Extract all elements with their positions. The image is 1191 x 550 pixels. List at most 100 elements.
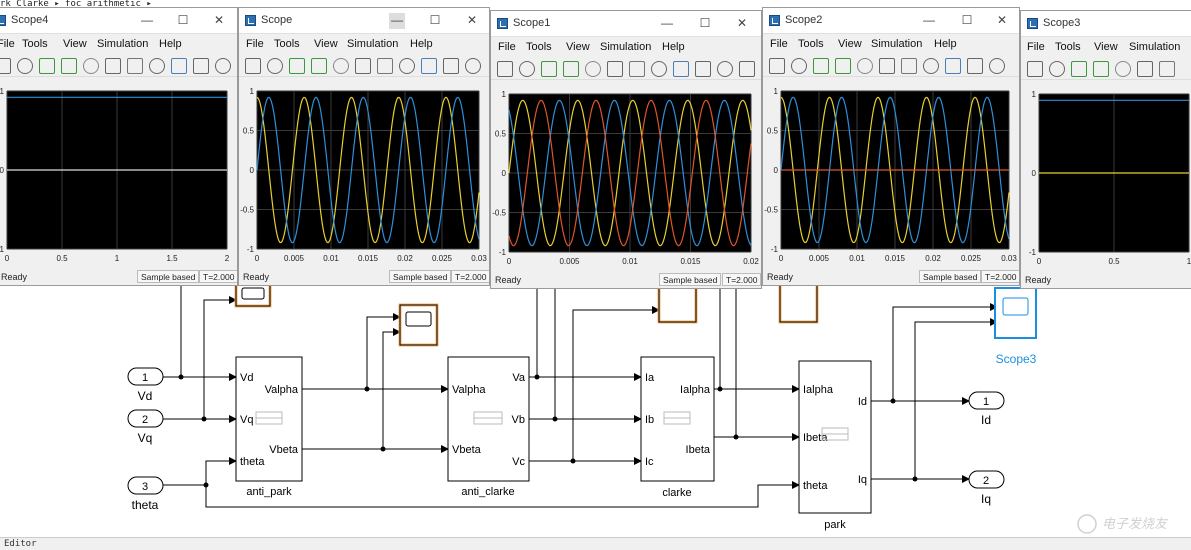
window-titlebar[interactable]: Scope — ☐ ✕ (239, 8, 489, 34)
toolbar-button-icon[interactable] (193, 58, 209, 74)
toolbar-button-icon[interactable] (377, 58, 393, 74)
menu-view[interactable]: View (566, 41, 590, 53)
toolbar-button-icon[interactable] (1071, 61, 1087, 77)
menu-tools[interactable]: Tools (798, 38, 824, 50)
toolbar-button-icon[interactable] (695, 61, 711, 77)
toolbar-button-icon[interactable] (1049, 61, 1065, 77)
toolbar-button-icon[interactable] (333, 58, 349, 74)
menu-tools[interactable]: Tools (274, 38, 300, 50)
scope4-window[interactable]: Scope4 — ☐ ✕ File Tools View Simulation … (0, 7, 238, 286)
toolbar-button-icon[interactable] (923, 58, 939, 74)
toolbar-button-icon[interactable] (215, 58, 231, 74)
scope-window[interactable]: Scope — ☐ ✕ File Tools View Simulation H… (238, 7, 490, 286)
maximize-icon[interactable]: ☐ (175, 13, 191, 27)
anti-clarke-block[interactable]: Valpha Vbeta Va Vb Vc anti_clarke (447, 356, 530, 498)
toolbar-button-icon[interactable] (355, 58, 371, 74)
toolbar-button-icon[interactable] (105, 58, 121, 74)
toolbar-button-icon[interactable] (245, 58, 261, 74)
close-icon[interactable]: ✕ (734, 16, 750, 30)
toolbar-button-icon[interactable] (399, 58, 415, 74)
minimize-icon[interactable]: — (921, 13, 937, 27)
toolbar-button-icon[interactable] (39, 58, 55, 74)
outport-iq[interactable]: 2 Iq (968, 470, 1005, 506)
toolbar-button-icon[interactable] (497, 61, 513, 77)
anti-park-block[interactable]: Vd Vq theta Valpha Vbeta anti_park (235, 356, 303, 498)
window-titlebar[interactable]: Scope1 — ☐ ✕ (491, 11, 761, 37)
window-titlebar[interactable]: Scope4 — ☐ ✕ (0, 8, 237, 34)
toolbar-button-icon[interactable] (1027, 61, 1043, 77)
menu-tools[interactable]: Tools (526, 41, 552, 53)
toolbar-button-icon[interactable] (717, 61, 733, 77)
menu-view[interactable]: View (314, 38, 338, 50)
inport-vq[interactable]: 2 Vq (127, 409, 164, 445)
toolbar-button-icon[interactable] (17, 58, 33, 74)
menu-help[interactable]: Help (159, 38, 182, 50)
outport-id[interactable]: 1 Id (968, 391, 1005, 427)
menu-file[interactable]: File (770, 38, 788, 50)
inport-vd[interactable]: 1 Vd (127, 367, 164, 403)
toolbar-button-icon[interactable] (739, 61, 755, 77)
toolbar-button-icon[interactable] (465, 58, 481, 74)
toolbar-button-icon[interactable] (769, 58, 785, 74)
toolbar-button-icon[interactable] (1093, 61, 1109, 77)
toolbar-button-icon[interactable] (1115, 61, 1131, 77)
park-block[interactable]: Ialpha Ibeta theta Id Iq park (798, 360, 872, 531)
menu-simulation[interactable]: Simulation (600, 41, 651, 53)
toolbar-button-icon[interactable] (857, 58, 873, 74)
maximize-icon[interactable]: ☐ (427, 13, 443, 27)
menu-view[interactable]: View (63, 38, 87, 50)
scope-block-center[interactable] (398, 303, 439, 347)
toolbar-button-icon[interactable] (541, 61, 557, 77)
menu-help[interactable]: Help (934, 38, 957, 50)
scope-block-anti-park[interactable] (234, 282, 272, 308)
toolbar-button-icon[interactable] (835, 58, 851, 74)
toolbar-button-icon[interactable] (1159, 61, 1175, 77)
scope3-window[interactable]: Scope3 File Tools View Simulation 0 0.5 1 1… (1020, 10, 1191, 289)
scope2-window[interactable]: Scope2 — ☐ ✕ File Tools View Simulation … (762, 7, 1020, 286)
scope-block-park[interactable] (778, 282, 819, 324)
toolbar-button-icon[interactable] (563, 61, 579, 77)
minimize-icon[interactable]: — (659, 16, 675, 30)
clarke-block[interactable]: Ia Ib Ic Ialpha Ibeta clarke (640, 356, 715, 499)
inport-theta[interactable]: 3 theta (127, 476, 164, 512)
toolbar-button-icon[interactable] (61, 58, 77, 74)
menu-file[interactable]: File (498, 41, 516, 53)
minimize-icon[interactable]: — (139, 13, 155, 27)
toolbar-button-icon[interactable] (673, 61, 689, 77)
close-icon[interactable]: ✕ (994, 13, 1010, 27)
close-icon[interactable]: ✕ (464, 13, 480, 27)
scope3-block[interactable]: Scope3 (994, 287, 1037, 366)
toolbar-button-icon[interactable] (629, 61, 645, 77)
toolbar-button-icon[interactable] (171, 58, 187, 74)
toolbar-button-icon[interactable] (0, 58, 11, 74)
menu-file[interactable]: File (0, 38, 15, 50)
toolbar-button-icon[interactable] (421, 58, 437, 74)
toolbar-button-icon[interactable] (945, 58, 961, 74)
toolbar-button-icon[interactable] (267, 58, 283, 74)
toolbar-button-icon[interactable] (813, 58, 829, 74)
toolbar-button-icon[interactable] (289, 58, 305, 74)
toolbar-button-icon[interactable] (83, 58, 99, 74)
menu-view[interactable]: View (838, 38, 862, 50)
toolbar-button-icon[interactable] (585, 61, 601, 77)
menu-help[interactable]: Help (662, 41, 685, 53)
menu-view[interactable]: View (1094, 41, 1118, 53)
scope-block-clarke[interactable] (657, 282, 698, 324)
minimize-icon[interactable]: — (389, 13, 405, 29)
menu-simulation[interactable]: Simulation (1129, 41, 1180, 53)
scope1-window[interactable]: Scope1 — ☐ ✕ File Tools View Simulation … (490, 10, 762, 289)
maximize-icon[interactable]: ☐ (697, 16, 713, 30)
menu-file[interactable]: File (1027, 41, 1045, 53)
menu-simulation[interactable]: Simulation (347, 38, 398, 50)
maximize-icon[interactable]: ☐ (959, 13, 975, 27)
toolbar-button-icon[interactable] (967, 58, 983, 74)
menu-simulation[interactable]: Simulation (97, 38, 148, 50)
toolbar-button-icon[interactable] (443, 58, 459, 74)
toolbar-button-icon[interactable] (149, 58, 165, 74)
menu-tools[interactable]: Tools (22, 38, 48, 50)
toolbar-button-icon[interactable] (311, 58, 327, 74)
toolbar-button-icon[interactable] (519, 61, 535, 77)
toolbar-button-icon[interactable] (901, 58, 917, 74)
menu-simulation[interactable]: Simulation (871, 38, 922, 50)
toolbar-button-icon[interactable] (651, 61, 667, 77)
